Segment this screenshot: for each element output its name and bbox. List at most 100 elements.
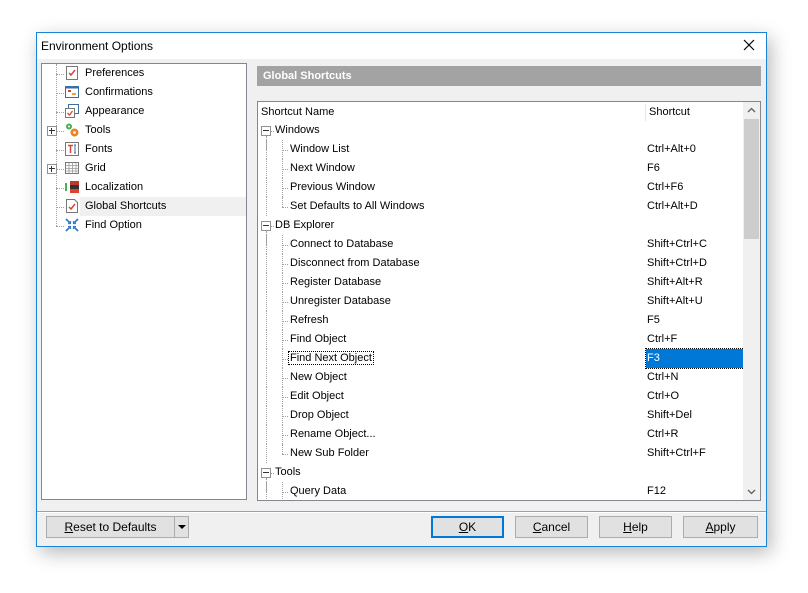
cancel-label: Cancel	[532, 520, 571, 534]
tree-line	[266, 273, 267, 292]
shortcut-name: Refresh	[290, 314, 329, 326]
group-row[interactable]: Tools	[258, 463, 744, 492]
shortcut-row[interactable]: Disconnect from Database Shift+Ctrl+D	[258, 254, 744, 273]
nav-item-label: Find Option	[85, 219, 142, 231]
tree-line	[266, 159, 267, 178]
shortcut-value[interactable]: Shift+Ctrl+C	[647, 238, 707, 250]
environment-options-dialog: Environment Options Preferences Confirmat…	[36, 32, 767, 547]
group-name: Tools	[275, 466, 301, 478]
tree-line	[266, 235, 267, 254]
shortcut-name: Query Data	[290, 485, 347, 497]
tree-branch-line	[56, 131, 64, 132]
shortcut-name: Find Next Object	[288, 351, 374, 365]
shortcut-row[interactable]: Connect to Database Shift+Ctrl+C	[258, 235, 744, 254]
expand-icon[interactable]	[47, 164, 57, 174]
collapse-icon[interactable]	[261, 221, 271, 231]
tree-line	[266, 197, 267, 216]
nav-item-preferences[interactable]: Preferences	[42, 64, 246, 83]
apply-label: Apply	[705, 520, 736, 534]
shortcut-value[interactable]: F6	[647, 162, 660, 174]
shortcut-value[interactable]: Shift+Ctrl+D	[647, 257, 707, 269]
shortcut-value[interactable]: Shift+Alt+R	[647, 276, 703, 288]
reset-label: Reset to Defaults	[64, 520, 157, 534]
nav-item-label: Grid	[85, 162, 106, 174]
shortcut-value[interactable]: Shift+Ctrl+F	[647, 447, 706, 459]
shortcut-name: Set Defaults to All Windows	[290, 200, 425, 212]
reset-to-defaults-button[interactable]: Reset to Defaults	[46, 516, 175, 538]
tree-line	[282, 425, 283, 444]
shortcut-row[interactable]: Unregister Database Shift+Alt+U	[258, 292, 744, 311]
tree-line	[282, 349, 283, 368]
shortcut-row[interactable]: Register Database Shift+Alt+R	[258, 273, 744, 292]
shortcut-row[interactable]: Edit Object Ctrl+O	[258, 387, 744, 406]
shortcut-row[interactable]: New Sub Folder Shift+Ctrl+F	[258, 444, 744, 463]
nav-item-appearance[interactable]: Appearance	[42, 102, 246, 121]
cancel-button[interactable]: Cancel	[515, 516, 588, 538]
collapse-icon[interactable]	[261, 468, 271, 478]
nav-item-fonts[interactable]: Fonts	[42, 140, 246, 159]
scroll-down-button[interactable]	[743, 483, 760, 500]
expand-icon[interactable]	[47, 126, 57, 136]
nav-item-confirmations[interactable]: Confirmations	[42, 83, 246, 102]
tree-line	[282, 273, 283, 292]
close-icon	[743, 39, 755, 51]
vertical-scrollbar[interactable]	[743, 102, 760, 500]
apply-button[interactable]: Apply	[683, 516, 758, 538]
dialog-title: Environment Options	[41, 39, 154, 53]
tools-gears-icon	[64, 122, 80, 138]
column-header-shortcut-name[interactable]: Shortcut Name	[258, 102, 646, 121]
nav-item-grid[interactable]: Grid	[42, 159, 246, 178]
group-row[interactable]: DB Explorer	[258, 216, 744, 245]
scroll-thumb[interactable]	[744, 119, 759, 239]
footer-divider-highlight	[37, 512, 766, 513]
shortcut-value[interactable]: F12	[647, 485, 666, 497]
tree-line	[266, 178, 267, 197]
shortcut-name: Connect to Database	[290, 238, 394, 250]
group-name: Windows	[275, 124, 320, 136]
shortcut-value[interactable]: Ctrl+F	[647, 333, 677, 345]
section-title: Global Shortcuts	[263, 70, 352, 82]
shortcut-value[interactable]: F5	[647, 314, 660, 326]
nav-item-global-shortcuts[interactable]: Global Shortcuts	[56, 197, 246, 216]
column-header-shortcut[interactable]: Shortcut	[646, 102, 744, 121]
shortcut-value[interactable]: Shift+Del	[647, 409, 692, 421]
shortcut-row[interactable]: Next Window F6	[258, 159, 744, 178]
shortcut-value[interactable]: Ctrl+R	[647, 428, 678, 440]
group-row[interactable]: Windows	[258, 121, 744, 150]
ok-button[interactable]: OK	[431, 516, 504, 538]
shortcut-value[interactable]: Ctrl+O	[647, 390, 679, 402]
collapse-icon[interactable]	[261, 126, 271, 136]
nav-item-label: Fonts	[85, 143, 113, 155]
shortcut-row[interactable]: Refresh F5	[258, 311, 744, 330]
tree-branch-line	[282, 454, 288, 455]
shortcut-value[interactable]: Shift+Alt+U	[647, 295, 703, 307]
shortcut-row[interactable]: Set Defaults to All Windows Ctrl+Alt+D	[258, 197, 744, 216]
shortcut-row[interactable]: Rename Object... Ctrl+R	[258, 425, 744, 444]
shortcut-row[interactable]: Query Data F12	[258, 482, 744, 500]
help-button[interactable]: Help	[599, 516, 672, 538]
shortcut-row[interactable]: Previous Window Ctrl+F6	[258, 178, 744, 197]
reset-options-dropdown[interactable]	[174, 516, 189, 538]
shortcut-name: Previous Window	[290, 181, 375, 193]
shortcut-name: Register Database	[290, 276, 382, 288]
close-button[interactable]	[738, 36, 760, 56]
shortcut-value[interactable]: Ctrl+N	[647, 371, 678, 383]
nav-item-localization[interactable]: Localization	[42, 178, 246, 197]
group-name: DB Explorer	[275, 219, 335, 231]
shortcut-value[interactable]: Ctrl+Alt+0	[647, 143, 696, 155]
shortcut-name: Find Object	[290, 333, 347, 345]
shortcut-row[interactable]: New Object Ctrl+N	[258, 368, 744, 387]
scroll-up-button[interactable]	[743, 102, 760, 119]
shortcut-value[interactable]: F3	[647, 352, 660, 364]
nav-item-tools[interactable]: Tools	[42, 121, 246, 140]
shortcut-value[interactable]: Ctrl+Alt+D	[647, 200, 698, 212]
tree-line	[282, 254, 283, 273]
shortcut-row[interactable]: Drop Object Shift+Del	[258, 406, 744, 425]
shortcut-row[interactable]: Find Next Object F3	[258, 348, 745, 369]
tree-line	[282, 292, 283, 311]
shortcut-row[interactable]: Window List Ctrl+Alt+0	[258, 140, 744, 159]
tree-line	[266, 425, 267, 444]
nav-item-find-option[interactable]: Find Option	[42, 216, 246, 235]
shortcut-row[interactable]: Find Object Ctrl+F	[258, 330, 744, 349]
shortcut-value[interactable]: Ctrl+F6	[647, 181, 683, 193]
